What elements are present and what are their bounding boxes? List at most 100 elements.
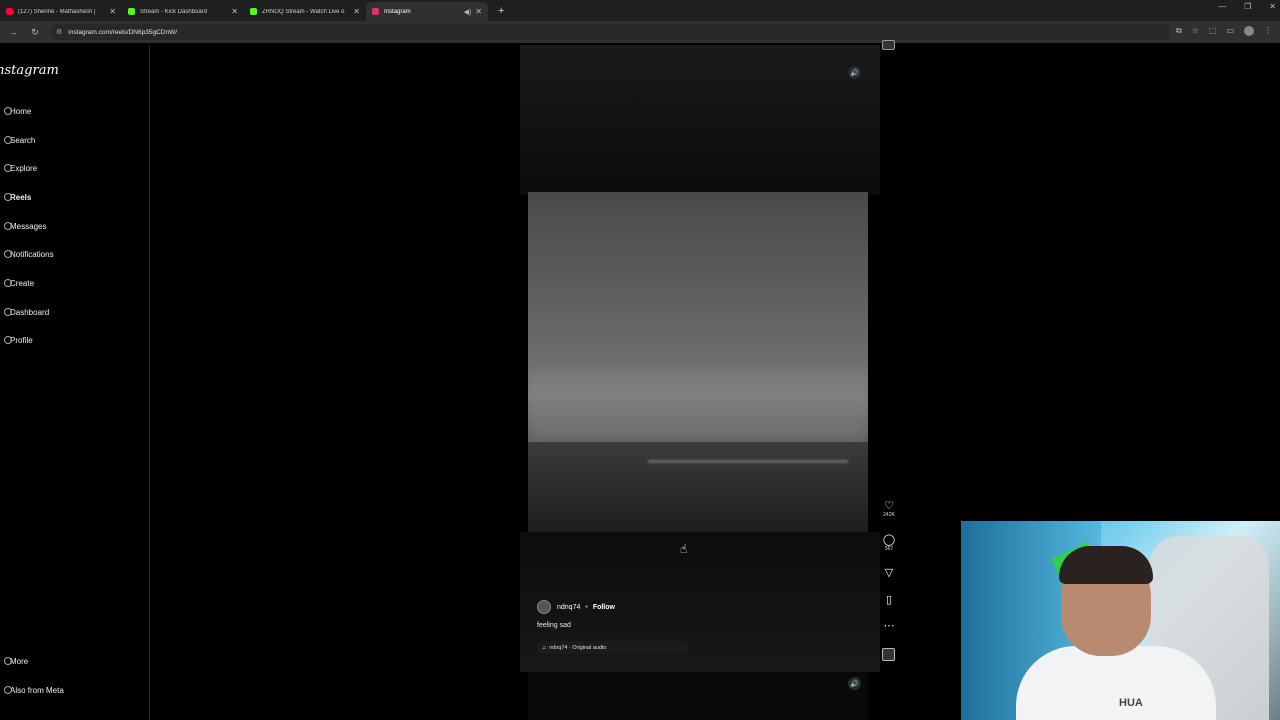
- follow-button[interactable]: Follow: [593, 604, 615, 611]
- close-window-icon[interactable]: ✕: [1269, 2, 1276, 11]
- meta-icon: [4, 686, 12, 694]
- author-username[interactable]: ndnq74: [557, 604, 580, 611]
- original-audio-pill[interactable]: ♫ ndnq74 · Original audio: [537, 641, 690, 654]
- search-icon: [4, 136, 12, 144]
- dashboard-icon: [4, 308, 12, 316]
- home-icon: [4, 107, 12, 115]
- menu-icon[interactable]: ⋮: [1264, 26, 1272, 36]
- extensions-icon[interactable]: ⬚: [1209, 26, 1217, 36]
- heart-icon: [4, 250, 12, 258]
- sidebar-item-messages[interactable]: Messages: [4, 222, 47, 231]
- sidebar-item-dashboard[interactable]: Dashboard: [4, 308, 50, 317]
- site-info-icon[interactable]: ⚙: [56, 28, 62, 36]
- streamer-hair: [1059, 546, 1153, 584]
- url-field[interactable]: ⚙ instagram.com/reels/DN6p35gCDnW/: [50, 24, 1170, 40]
- volume-icon[interactable]: 🔊: [848, 66, 861, 79]
- streamer-shirt: [1016, 646, 1216, 720]
- toolbar-icons: ⧉ ☆ ⬚ ▭ ⋮: [1176, 26, 1272, 36]
- like-count: 242K: [883, 512, 895, 518]
- comment-icon: ◯: [882, 534, 896, 546]
- bookmark-star-icon[interactable]: ☆: [1192, 26, 1199, 36]
- speaker-icon[interactable]: ◀): [464, 8, 472, 16]
- share-button[interactable]: ▽: [878, 567, 900, 579]
- fog-layer: [528, 372, 868, 442]
- sidebar-item-profile[interactable]: Profile: [4, 336, 33, 345]
- shirt-logo-text: HUA: [1119, 697, 1143, 709]
- sidebar-item-label: Also from Meta: [10, 686, 64, 695]
- ground-layer: [528, 442, 868, 532]
- sidebar-item-label: Profile: [10, 336, 33, 345]
- instagram-logo[interactable]: Instagram: [0, 63, 59, 78]
- tab-title: Stream - Kick Dashboard: [140, 8, 208, 15]
- like-button[interactable]: ♡ 242K: [878, 500, 900, 518]
- hand-cursor-icon: ☝: [680, 542, 688, 556]
- browser-tab[interactable]: Stream - Kick Dashboard ✕: [122, 2, 244, 21]
- browser-tab[interactable]: (127) Sherine - Mathashesh | ✕: [0, 2, 122, 21]
- sidebar-item-create[interactable]: Create: [4, 279, 35, 288]
- volume-icon[interactable]: 🔊: [848, 677, 861, 690]
- send-icon: ▽: [884, 567, 894, 579]
- profile-avatar[interactable]: [1244, 26, 1254, 36]
- webcam-overlay: HUA: [961, 521, 1280, 720]
- ellipsis-icon: ⋯: [883, 620, 895, 632]
- close-tab-icon[interactable]: ✕: [475, 7, 482, 16]
- author-avatar[interactable]: [537, 600, 551, 614]
- cast-icon[interactable]: ▭: [1226, 26, 1234, 36]
- browser-tab-active[interactable]: Instagram ◀) ✕: [366, 2, 488, 21]
- sidebar-item-label: Reels: [10, 193, 32, 202]
- sidebar-item-home[interactable]: Home: [4, 107, 32, 116]
- browser-tab-bar: (127) Sherine - Mathashesh | ✕ Stream - …: [0, 0, 1280, 21]
- tab-title: ZRNOQ Stream - Watch Live o: [262, 8, 345, 15]
- next-reel-area: [528, 672, 868, 720]
- previous-reel-area: [520, 45, 880, 195]
- audio-thumbnail-icon[interactable]: [882, 40, 895, 50]
- close-tab-icon[interactable]: ✕: [353, 7, 360, 16]
- sidebar-item-label: Messages: [10, 222, 47, 231]
- browser-tab[interactable]: ZRNOQ Stream - Watch Live o ✕: [244, 2, 366, 21]
- minimize-icon[interactable]: —: [1218, 2, 1226, 11]
- tab-title: (127) Sherine - Mathashesh |: [18, 8, 96, 15]
- close-tab-icon[interactable]: ✕: [231, 7, 238, 16]
- close-tab-icon[interactable]: ✕: [109, 7, 116, 16]
- instagram-sidebar: Instagram Home Search Explore Reels Mess…: [0, 45, 150, 720]
- more-options-button[interactable]: ⋯: [878, 620, 900, 632]
- install-app-icon[interactable]: ⧉: [1176, 26, 1182, 36]
- comment-count: 567: [884, 546, 894, 552]
- save-button[interactable]: ▯: [878, 594, 900, 606]
- profile-icon: [4, 336, 12, 344]
- sidebar-item-label: Dashboard: [10, 308, 50, 317]
- reel-video[interactable]: [528, 192, 868, 532]
- reel-author-row: ndnq74 • Follow: [537, 600, 615, 614]
- comment-button[interactable]: ◯ 567: [878, 534, 900, 552]
- sidebar-item-label: Create: [10, 279, 35, 288]
- new-tab-icon[interactable]: +: [488, 5, 504, 21]
- sidebar-item-also-from-meta[interactable]: Also from Meta: [4, 686, 64, 695]
- sidebar-item-label: Home: [10, 107, 32, 116]
- sidebar-item-explore[interactable]: Explore: [4, 164, 37, 173]
- hamburger-icon: [4, 657, 12, 665]
- messenger-icon: [4, 222, 12, 230]
- sidebar-item-notifications[interactable]: Notifications: [4, 250, 54, 259]
- audio-thumbnail-icon[interactable]: [882, 648, 895, 661]
- window-controls: — ❐ ✕: [1218, 2, 1280, 11]
- restore-icon[interactable]: ❐: [1244, 2, 1251, 11]
- audio-label: ndnq74 · Original audio: [549, 644, 607, 651]
- address-bar-row: → ↻ ⚙ instagram.com/reels/DN6p35gCDnW/ ⧉…: [0, 21, 1280, 43]
- kick-favicon-icon: [250, 8, 257, 15]
- heart-icon: ♡: [884, 500, 894, 512]
- tab-title: Instagram: [384, 8, 411, 15]
- reels-icon: [4, 193, 12, 201]
- reload-icon[interactable]: ↻: [26, 27, 44, 38]
- compass-icon: [4, 164, 12, 172]
- sidebar-item-reels[interactable]: Reels: [4, 193, 32, 202]
- water-shine: [648, 460, 848, 463]
- youtube-favicon-icon: [6, 8, 13, 15]
- sidebar-item-more[interactable]: More: [4, 657, 28, 666]
- bookmark-icon: ▯: [885, 594, 893, 606]
- forward-icon[interactable]: →: [4, 27, 22, 37]
- sidebar-item-search[interactable]: Search: [4, 136, 35, 145]
- music-note-icon: ♫: [542, 644, 547, 651]
- sidebar-item-label: Notifications: [10, 250, 54, 259]
- url-text: instagram.com/reels/DN6p35gCDnW/: [68, 28, 178, 36]
- plus-square-icon: [4, 279, 12, 287]
